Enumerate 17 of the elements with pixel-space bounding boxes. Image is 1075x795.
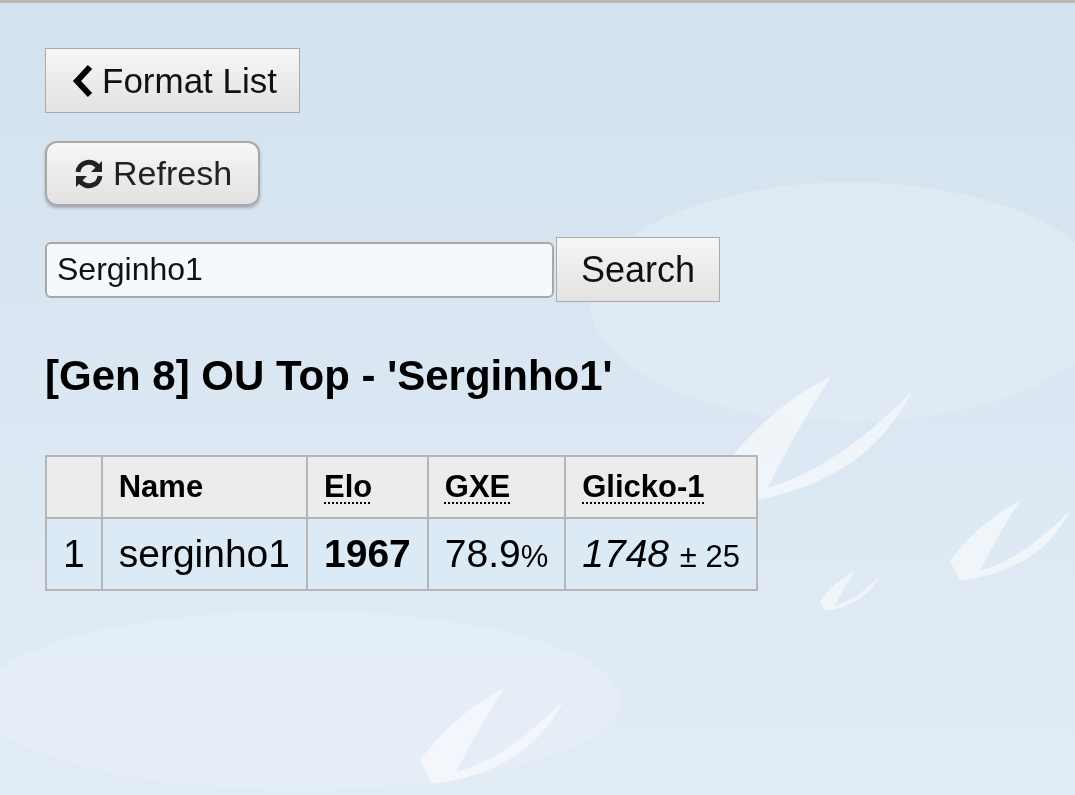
table-cell: 1967	[307, 518, 428, 590]
chevron-left-icon	[72, 63, 94, 98]
table-cell: 78.9%	[427, 518, 566, 590]
table-cell: 1	[46, 518, 102, 590]
column-header: GXE	[427, 456, 566, 518]
table-cell: serginho1	[101, 518, 307, 590]
search-button[interactable]: Search	[556, 237, 721, 302]
column-header: Elo	[307, 456, 428, 518]
format-list-button[interactable]: Format List	[45, 48, 301, 113]
search-field[interactable]: Serginho1	[45, 241, 554, 298]
refresh-button[interactable]: Refresh	[45, 141, 261, 206]
refresh-icon	[73, 157, 105, 190]
table-cell: 1748 ± 25	[565, 518, 757, 590]
page-heading: [Gen 8] OU Top - 'Serginho1'	[45, 352, 613, 400]
column-header: Glicko-1	[565, 456, 757, 518]
column-header: Name	[101, 456, 307, 518]
column-header	[46, 456, 102, 518]
